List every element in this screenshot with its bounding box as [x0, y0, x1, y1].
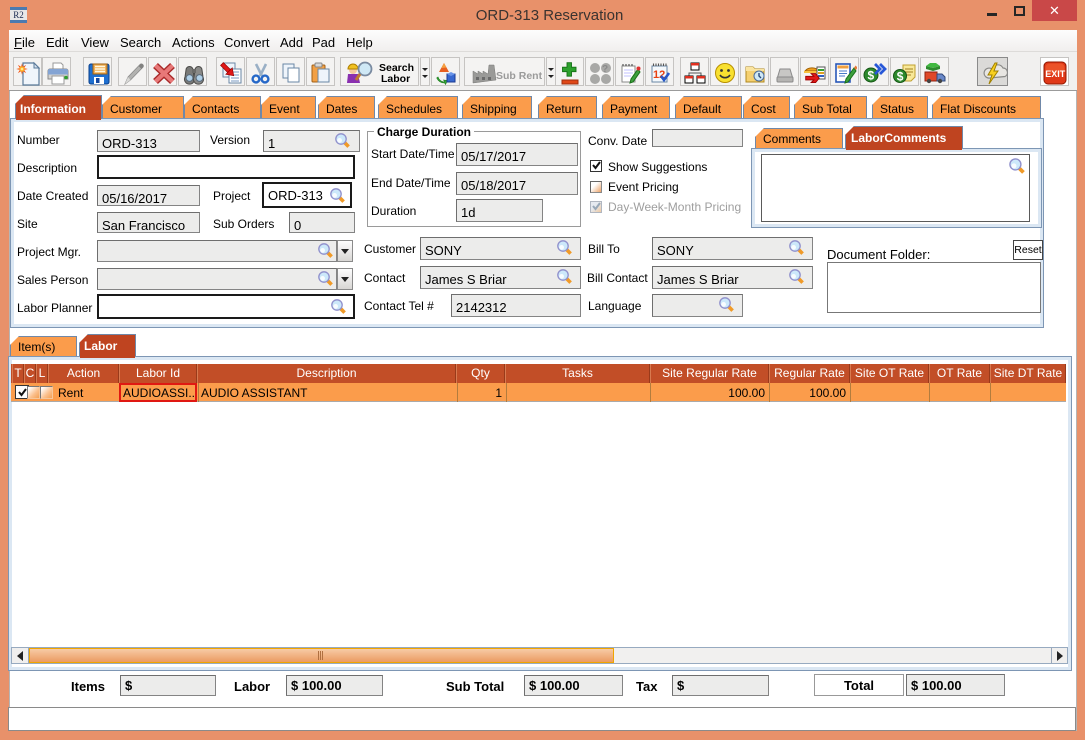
- svg-text:Labor: Labor: [381, 73, 410, 85]
- svg-text:$: $: [868, 69, 875, 83]
- svg-text:$: $: [897, 70, 904, 84]
- svg-text:Sub Rent: Sub Rent: [496, 70, 543, 82]
- svg-text:EXIT: EXIT: [1045, 69, 1066, 79]
- svg-text:?: ?: [602, 64, 608, 75]
